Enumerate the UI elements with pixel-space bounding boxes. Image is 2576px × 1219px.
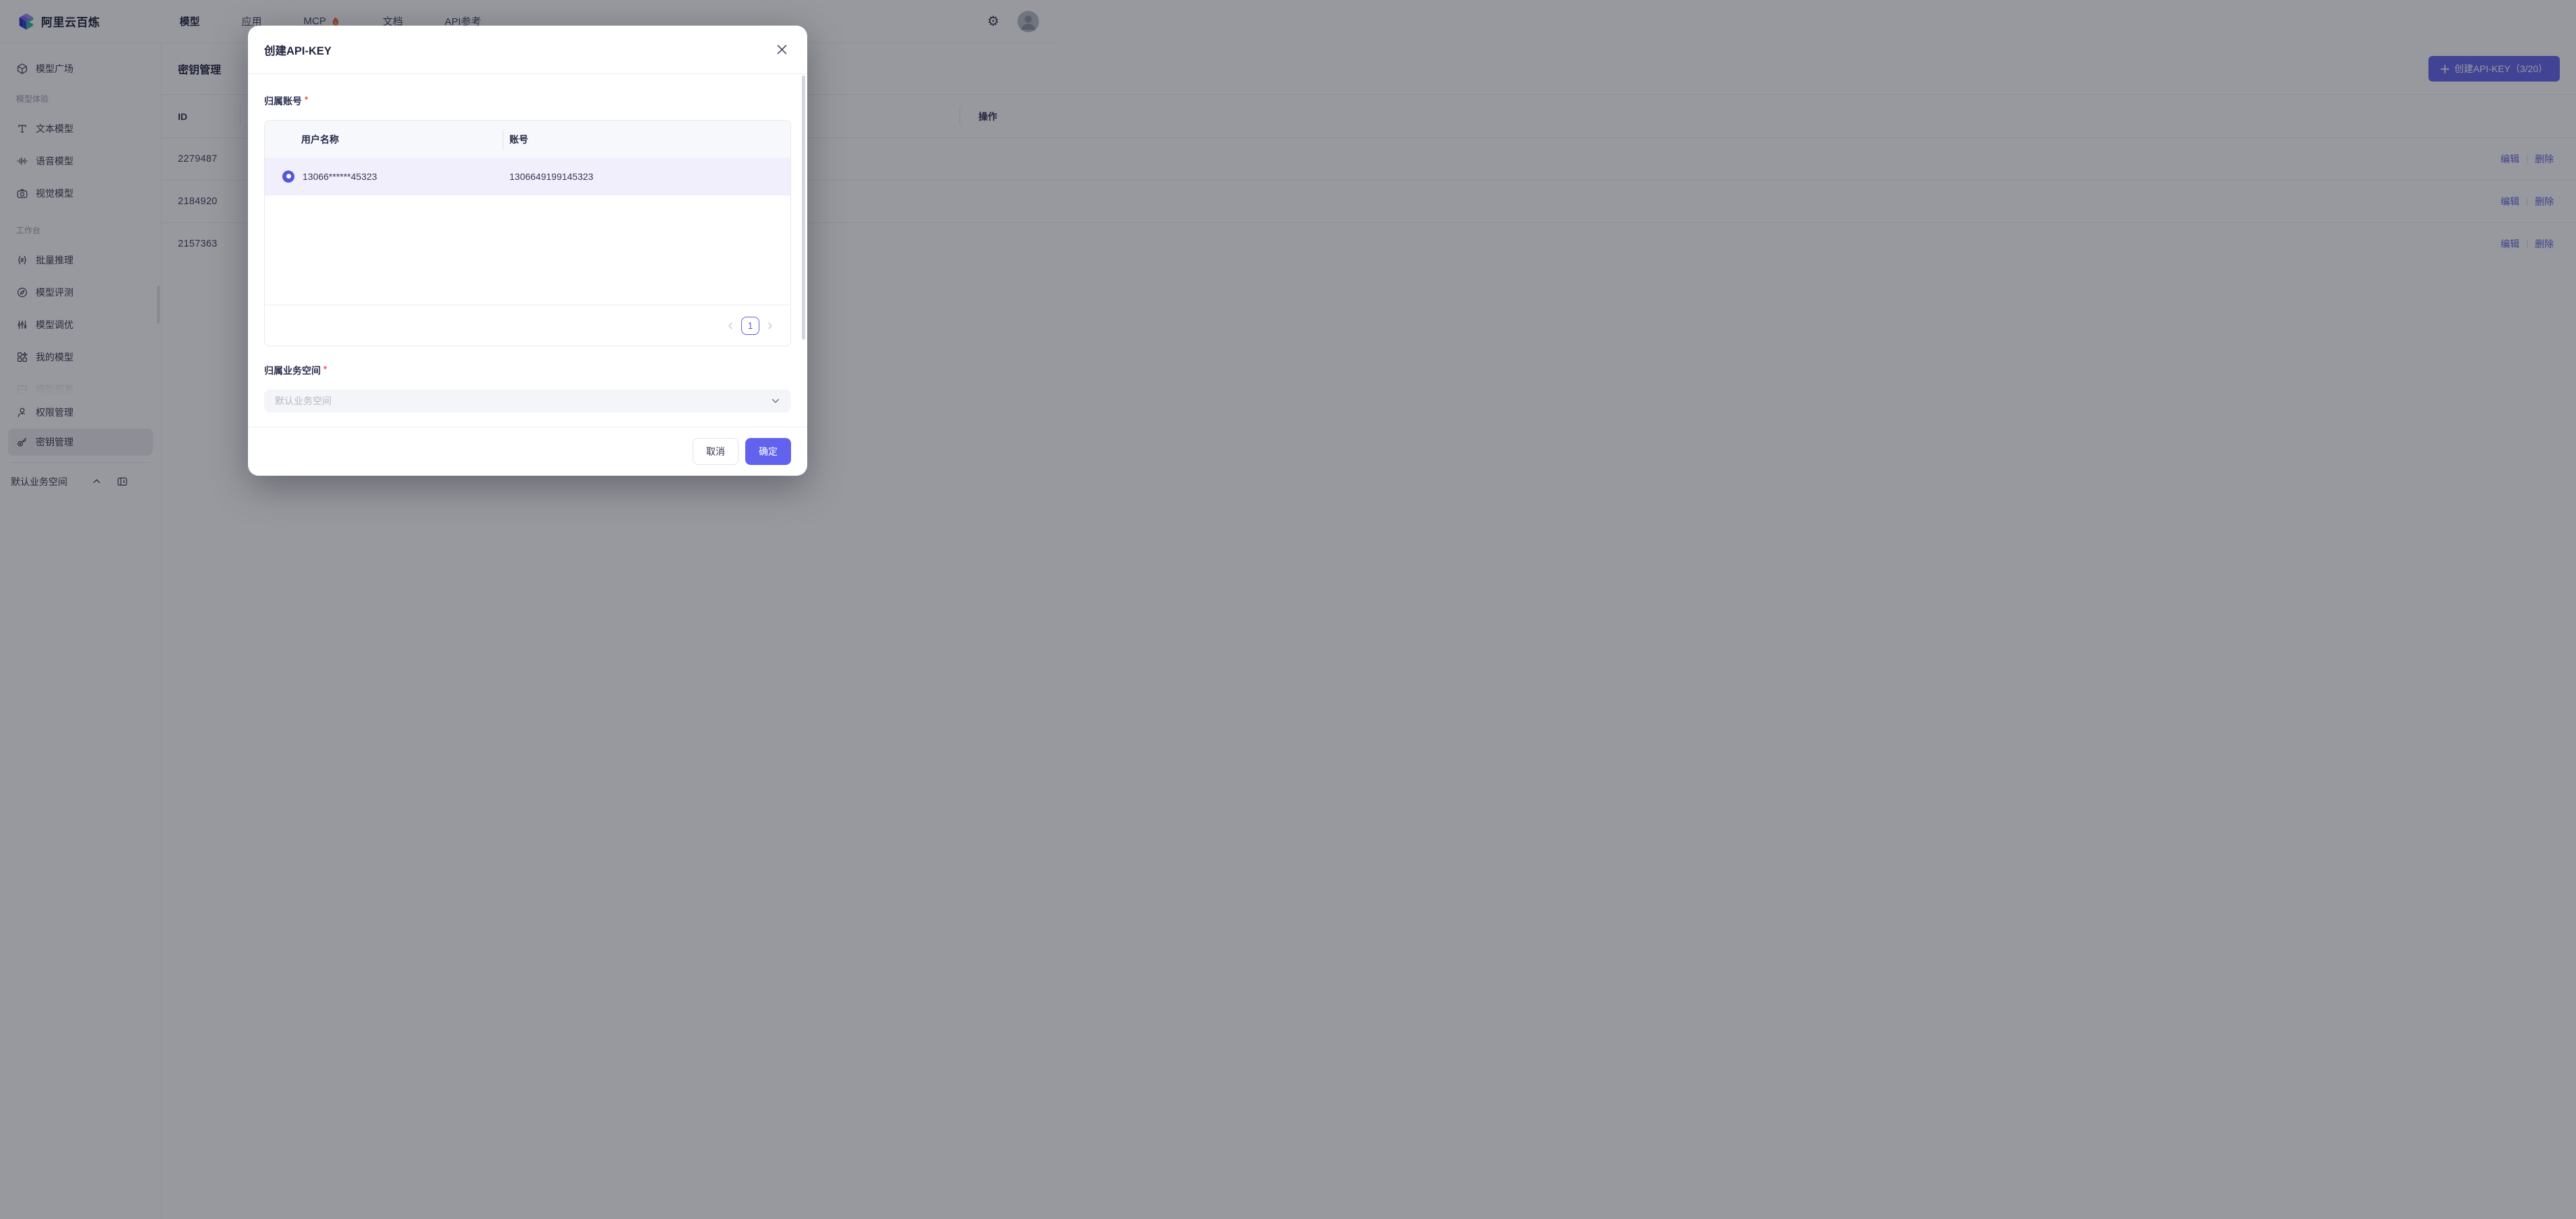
modal-footer: 取消 确定 — [248, 427, 807, 476]
account-table-pagination: 1 — [265, 305, 790, 346]
modal-header: 创建API-KEY — [248, 26, 807, 74]
pagination-next-icon[interactable] — [765, 321, 774, 330]
column-header-username: 用户名称 — [301, 133, 339, 146]
workspace-field-label: 归属业务空间 * — [264, 364, 791, 377]
close-icon[interactable] — [772, 40, 791, 59]
pagination-prev-icon[interactable] — [726, 321, 735, 330]
account-row-selected[interactable]: 13066******45323 1306649199145323 — [265, 158, 790, 195]
radio-selected-icon[interactable] — [282, 170, 294, 183]
workspace-field-label-text: 归属业务空间 — [264, 364, 321, 377]
required-mark: * — [323, 364, 327, 377]
confirm-button[interactable]: 确定 — [745, 438, 791, 465]
required-mark: * — [305, 94, 308, 108]
account-field-label: 归属账号 * — [264, 94, 791, 108]
modal-body: 归属账号 * 用户名称 账号 13066******45323 13066491… — [248, 74, 807, 427]
create-api-key-modal: 创建API-KEY 归属账号 * 用户名称 账号 13066******4532… — [248, 26, 807, 476]
pagination-page-1[interactable]: 1 — [741, 317, 759, 335]
workspace-select-placeholder: 默认业务空间 — [275, 394, 332, 408]
cancel-button[interactable]: 取消 — [693, 438, 739, 465]
account-table-header: 用户名称 账号 — [265, 121, 790, 158]
account-number: 1306649199145323 — [509, 171, 594, 182]
workspace-select[interactable]: 默认业务空间 — [264, 389, 791, 412]
chevron-down-icon — [771, 396, 780, 406]
account-table-card: 用户名称 账号 13066******45323 130664919914532… — [264, 120, 791, 346]
account-field-label-text: 归属账号 — [264, 94, 302, 108]
modal-scrollbar[interactable] — [802, 75, 805, 340]
modal-title: 创建API-KEY — [264, 42, 332, 58]
account-username: 13066******45323 — [303, 171, 377, 182]
column-header-account: 账号 — [509, 133, 528, 146]
